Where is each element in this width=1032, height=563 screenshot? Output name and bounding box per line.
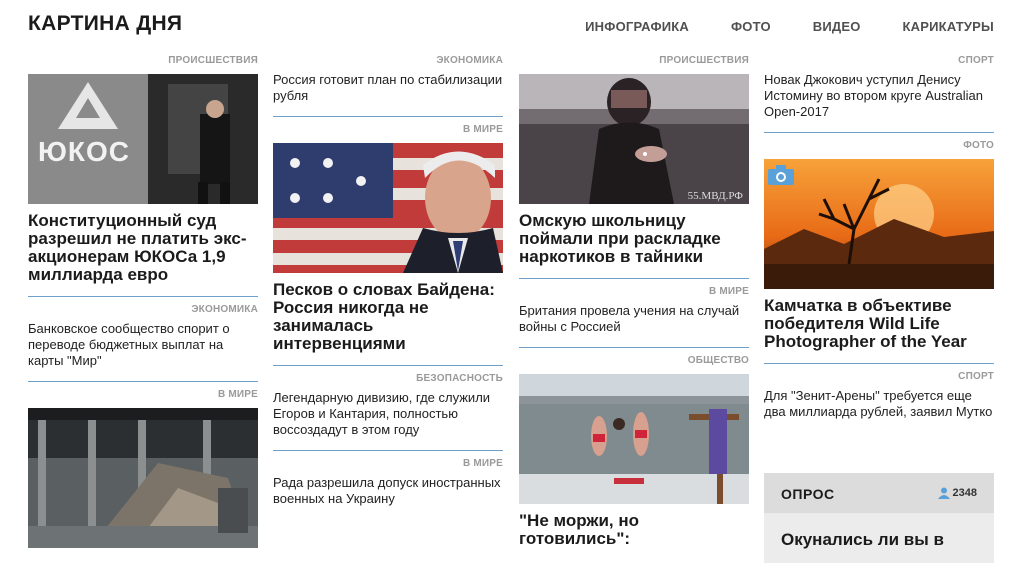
poll-count-value: 2348 bbox=[952, 487, 977, 499]
poll-vote-count: 2348 bbox=[937, 487, 977, 499]
category-label[interactable]: ПРОИСШЕСТВИЯ bbox=[519, 54, 749, 68]
article-link[interactable]: Британия провела учения на случай войны … bbox=[519, 303, 749, 335]
biden-image bbox=[273, 143, 503, 273]
article-link[interactable]: Россия готовит план по стабилизации рубл… bbox=[273, 72, 503, 104]
category-label[interactable]: БЕЗОПАСНОСТЬ bbox=[273, 372, 503, 386]
user-icon bbox=[937, 487, 950, 499]
divider bbox=[273, 116, 503, 117]
poll-header: ОПРОС 2348 bbox=[764, 473, 994, 513]
category-label[interactable]: В МИРЕ bbox=[28, 388, 258, 402]
news-column-1: ПРОИСШЕСТВИЯ ЮКОС Конституционный суд ра… bbox=[28, 54, 258, 548]
divider bbox=[764, 363, 994, 364]
poll-title[interactable]: ОПРОС bbox=[781, 486, 835, 502]
article-link[interactable]: Камчатка в объективе победителя Wild Lif… bbox=[764, 297, 994, 351]
ice-swimming-photo[interactable] bbox=[519, 374, 749, 504]
category-label[interactable]: В МИРЕ bbox=[519, 285, 749, 299]
ice-swim-image bbox=[519, 374, 749, 504]
article-link[interactable]: Банковское сообщество спорит о переводе … bbox=[28, 321, 258, 369]
divider bbox=[519, 278, 749, 279]
divider bbox=[28, 381, 258, 382]
article-link[interactable]: Песков о словах Байдена: Россия никогда … bbox=[273, 281, 503, 353]
main-nav: ИНФОГРАФИКА ФОТО ВИДЕО КАРИКАТУРЫ bbox=[543, 19, 994, 34]
category-label[interactable]: ОБЩЕСТВО bbox=[519, 354, 749, 368]
image-watermark: 55.МВД.РФ bbox=[687, 190, 743, 202]
news-column-3: ПРОИСШЕСТВИЯ 55.МВД.РФ Омскую школьницу … bbox=[519, 54, 749, 548]
poll-question[interactable]: Окунались ли вы в bbox=[781, 530, 944, 550]
article-link[interactable]: Легендарную дивизию, где служили Егоров … bbox=[273, 390, 503, 438]
yukos-logo-text: ЮКОС bbox=[38, 136, 130, 167]
article-link[interactable]: Для "Зенит-Арены" требуется еще два милл… bbox=[764, 388, 994, 420]
article-link[interactable]: Рада разрешила допуск иностранных военны… bbox=[273, 475, 503, 507]
collapse-image bbox=[28, 408, 258, 548]
biden-photo[interactable] bbox=[273, 143, 503, 273]
category-label[interactable]: ФОТО bbox=[764, 139, 994, 153]
kamchatka-photo[interactable] bbox=[764, 159, 994, 289]
nav-video[interactable]: ВИДЕО bbox=[813, 19, 861, 34]
divider bbox=[764, 132, 994, 133]
nav-photo[interactable]: ФОТО bbox=[731, 19, 771, 34]
collapsed-building-photo[interactable] bbox=[28, 408, 258, 548]
schoolgirl-photo[interactable]: 55.МВД.РФ bbox=[519, 74, 749, 204]
schoolgirl-image bbox=[519, 74, 749, 204]
nav-infographics[interactable]: ИНФОГРАФИКА bbox=[585, 19, 689, 34]
header: КАРТИНА ДНЯ ИНФОГРАФИКА ФОТО ВИДЕО КАРИК… bbox=[28, 0, 994, 50]
nav-cartoons[interactable]: КАРИКАТУРЫ bbox=[903, 19, 994, 34]
divider bbox=[273, 450, 503, 451]
category-label[interactable]: ПРОИСШЕСТВИЯ bbox=[28, 54, 258, 68]
category-label[interactable]: СПОРТ bbox=[764, 370, 994, 384]
article-link[interactable]: Новак Джокович уступил Денису Истомину в… bbox=[764, 72, 994, 120]
page-title[interactable]: КАРТИНА ДНЯ bbox=[28, 12, 182, 36]
article-link[interactable]: Омскую школьницу поймали при раскладке н… bbox=[519, 212, 749, 266]
kamchatka-image bbox=[764, 159, 994, 289]
news-column-4: СПОРТ Новак Джокович уступил Денису Исто… bbox=[764, 54, 994, 420]
article-link[interactable]: "Не моржи, но готовились": bbox=[519, 512, 749, 548]
category-label[interactable]: В МИРЕ bbox=[273, 123, 503, 137]
article-link[interactable]: Конституционный суд разрешил не платить … bbox=[28, 212, 258, 284]
yukos-photo[interactable]: ЮКОС bbox=[28, 74, 258, 204]
category-label[interactable]: СПОРТ bbox=[764, 54, 994, 68]
category-label[interactable]: ЭКОНОМИКА bbox=[28, 303, 258, 317]
category-label[interactable]: В МИРЕ bbox=[273, 457, 503, 471]
news-column-2: ЭКОНОМИКА Россия готовит план по стабили… bbox=[273, 54, 503, 507]
category-label[interactable]: ЭКОНОМИКА bbox=[273, 54, 503, 68]
divider bbox=[519, 347, 749, 348]
divider bbox=[28, 296, 258, 297]
poll-widget: ОПРОС 2348 Окунались ли вы в bbox=[764, 473, 994, 563]
divider bbox=[273, 365, 503, 366]
camera-icon bbox=[768, 165, 794, 185]
